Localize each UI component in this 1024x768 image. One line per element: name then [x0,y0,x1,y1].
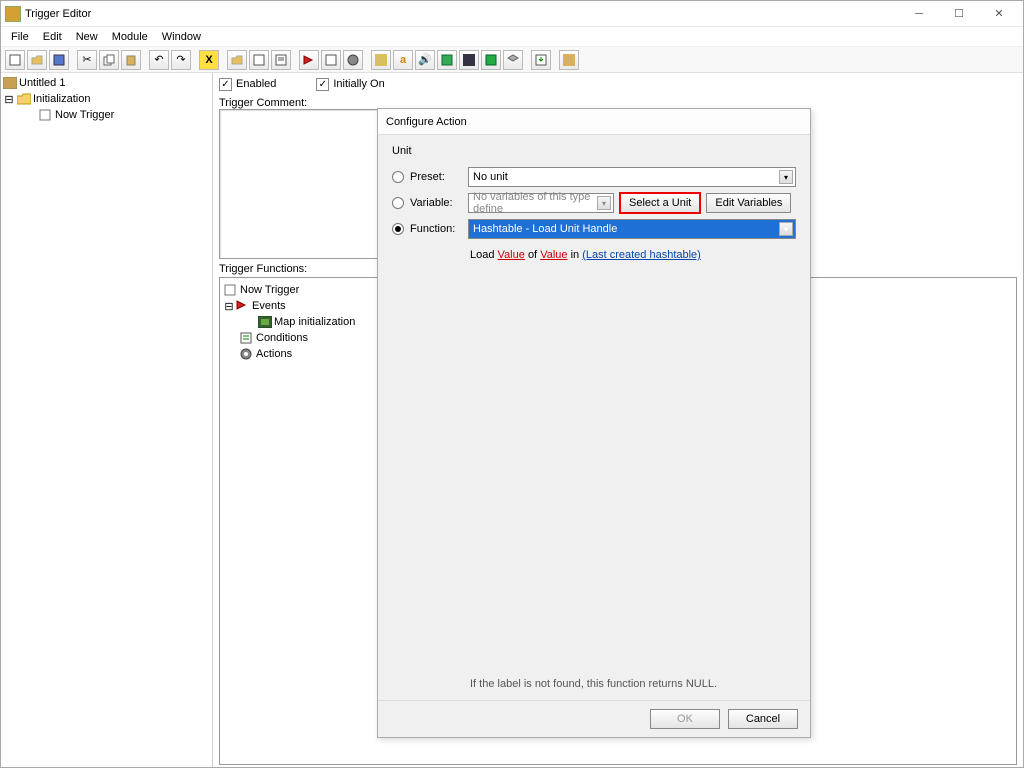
tool-new-icon[interactable] [5,50,25,70]
tool-module-object-icon[interactable] [437,50,457,70]
ok-button[interactable]: OK [650,709,720,729]
edit-variables-button[interactable]: Edit Variables [706,193,791,213]
preset-radio[interactable] [392,171,404,183]
menu-window[interactable]: Window [156,29,207,45]
chevron-down-icon: ▾ [597,196,611,210]
tree-folder-init[interactable]: ⊟ Initialization [3,91,210,107]
tool-copy-icon[interactable] [99,50,119,70]
cancel-button[interactable]: Cancel [728,709,798,729]
variable-label: Variable: [410,197,462,209]
tool-module-terrain-icon[interactable] [371,50,391,70]
tree-trigger-label: Now Trigger [55,109,114,121]
value2-link[interactable]: Value [540,249,567,261]
page-icon [224,284,238,296]
tree-root[interactable]: Untitled 1 [3,75,210,91]
tool-import-icon[interactable] [531,50,551,70]
dialog-titlebar: Configure Action [378,109,810,135]
map-init-icon [258,316,272,328]
dialog-subtitle: Unit [392,145,796,157]
tool-module-ai-icon[interactable] [481,50,501,70]
expand-icon[interactable]: ⊟ [3,93,15,106]
close-button[interactable]: ✕ [979,1,1019,26]
tree-trigger-now[interactable]: Now Trigger [3,107,210,123]
tool-condition-icon[interactable] [321,50,341,70]
tool-category-icon[interactable] [227,50,247,70]
tool-save-icon[interactable] [49,50,69,70]
preset-combo[interactable]: No unit ▾ [468,167,796,187]
tool-event-icon[interactable] [299,50,319,70]
folder-open-icon [17,93,31,105]
menu-file[interactable]: File [5,29,35,45]
titlebar: Trigger Editor ─ ☐ ✕ [1,1,1023,27]
function-label: Function: [410,223,462,235]
tool-comment-icon[interactable] [271,50,291,70]
map-icon [3,77,17,89]
preset-label: Preset: [410,171,462,183]
app-icon [5,6,21,22]
select-unit-button[interactable]: Select a Unit [620,193,700,213]
tool-variables-icon[interactable]: X [199,50,219,70]
conditions-icon [240,332,254,344]
enabled-checkbox[interactable]: ✓Enabled [219,78,276,91]
initially-on-checkbox[interactable]: ✓Initially On [316,78,384,91]
tool-module-model-icon[interactable] [503,50,523,70]
menu-module[interactable]: Module [106,29,154,45]
tool-trigger-icon[interactable] [249,50,269,70]
function-note: If the label is not found, this function… [470,678,796,690]
chevron-down-icon: ▾ [779,222,793,236]
function-radio[interactable] [392,223,404,235]
variable-combo[interactable]: No variables of this type define ▾ [468,193,614,213]
tool-module-campaign-icon[interactable] [459,50,479,70]
function-combo[interactable]: Hashtable - Load Unit Handle ▾ [468,219,796,239]
window-title: Trigger Editor [25,8,91,20]
tool-test-icon[interactable] [559,50,579,70]
menubar: File Edit New Module Window [1,27,1023,47]
maximize-button[interactable]: ☐ [939,1,979,26]
gear-icon [240,348,254,360]
tool-open-icon[interactable] [27,50,47,70]
tool-redo-icon[interactable]: ↷ [171,50,191,70]
chevron-down-icon: ▾ [779,170,793,184]
flag-icon [236,300,250,312]
variable-radio[interactable] [392,197,404,209]
tool-paste-icon[interactable] [121,50,141,70]
initially-on-label: Initially On [333,78,384,90]
tool-action-icon[interactable] [343,50,363,70]
tool-undo-icon[interactable]: ↶ [149,50,169,70]
tree-root-label: Untitled 1 [19,77,65,89]
configure-action-dialog: Configure Action Unit Preset: No unit ▾ … [377,108,811,738]
trigger-tree: Untitled 1 ⊟ Initialization Now Trigger [1,73,213,767]
enabled-label: Enabled [236,78,276,90]
minimize-button[interactable]: ─ [899,1,939,26]
menu-edit[interactable]: Edit [37,29,68,45]
function-description: Load Value of Value in (Last created has… [470,249,796,460]
tool-module-trigger-icon[interactable]: a [393,50,413,70]
value1-link[interactable]: Value [498,249,525,261]
expand-icon[interactable]: ⊟ [224,300,234,313]
menu-new[interactable]: New [70,29,104,45]
hashtable-link[interactable]: (Last created hashtable) [582,249,701,261]
tool-module-sound-icon[interactable]: 🔊 [415,50,435,70]
toolbar: ✂ ↶ ↷ X a 🔊 [1,47,1023,73]
tree-folder-label: Initialization [33,93,90,105]
dialog-title: Configure Action [386,116,467,128]
tool-cut-icon[interactable]: ✂ [77,50,97,70]
page-icon [39,109,53,121]
